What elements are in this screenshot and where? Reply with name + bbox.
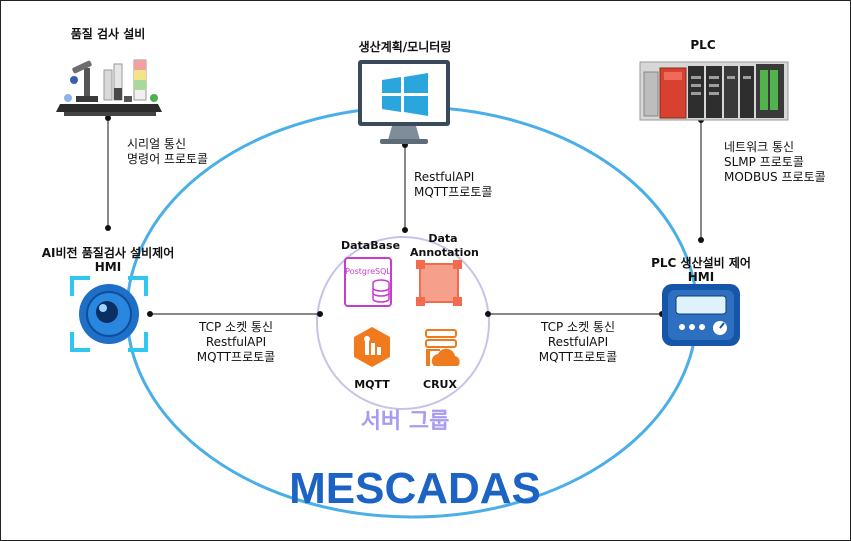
plc-title: PLC <box>690 38 716 52</box>
plc-server-link-line3: MQTT프로토콜 <box>538 350 618 364</box>
plc-hmi-subtitle: HMI <box>687 270 715 284</box>
plc-link-line3: MODBUS 프로토콜 <box>724 170 826 184</box>
plc-link-line2: SLMP 프로토콜 <box>724 155 804 169</box>
server-group-title: 서버 그룹 <box>360 409 450 434</box>
mescadas-boundary <box>125 105 699 519</box>
mqtt-broker-icon <box>354 327 390 367</box>
ai-link-line3: MQTT프로토콜 <box>196 350 276 364</box>
vision-camera-icon <box>70 276 148 352</box>
plc-link-line1: 네트워크 통신 <box>724 140 795 154</box>
crux-server-icon <box>425 329 460 366</box>
server-group-boundary <box>316 236 490 410</box>
monitor-link-line2: MQTT프로토콜 <box>414 185 493 199</box>
hmi-panel-icon <box>662 284 740 346</box>
postgresql-database-icon: PostgreSQL <box>344 257 392 307</box>
mqtt-label: MQTT <box>354 378 390 391</box>
ai-link-line2: RestfulAPI <box>205 335 267 349</box>
quality-equipment-icon <box>56 59 162 116</box>
crux-label: CRUX <box>423 378 457 391</box>
windows-monitor-icon <box>358 60 450 144</box>
database-label: DataBase <box>341 239 401 252</box>
ai-link-line1: TCP 소켓 통신 <box>198 320 274 334</box>
quality-equipment-title: 품질 검사 설비 <box>70 27 146 41</box>
annotation-label-line2: Annotation <box>410 246 479 259</box>
annotation-label-line1: Data <box>428 232 458 245</box>
plc-rack-icon <box>639 61 789 121</box>
ai-vision-hmi-subtitle: HMI <box>94 260 122 274</box>
system-name-title: MESCADAS <box>289 464 541 513</box>
ai-vision-hmi-title: AI비전 품질검사 설비제어 <box>41 246 175 260</box>
production-monitor-title: 생산계획/모니터링 <box>358 40 452 54</box>
plc-server-link-line1: TCP 소켓 통신 <box>540 320 616 334</box>
plc-server-link-line2: RestfulAPI <box>547 335 609 349</box>
postgresql-text: PostgreSQL <box>345 267 391 276</box>
monitor-link-line1: RestfulAPI <box>414 170 475 184</box>
data-annotation-icon <box>416 260 462 306</box>
quality-link-line1: 시리얼 통신 <box>127 137 187 151</box>
quality-link-line2: 명령어 프로토콜 <box>127 152 209 166</box>
plc-hmi-title: PLC 생산설비 제어 <box>651 256 751 270</box>
